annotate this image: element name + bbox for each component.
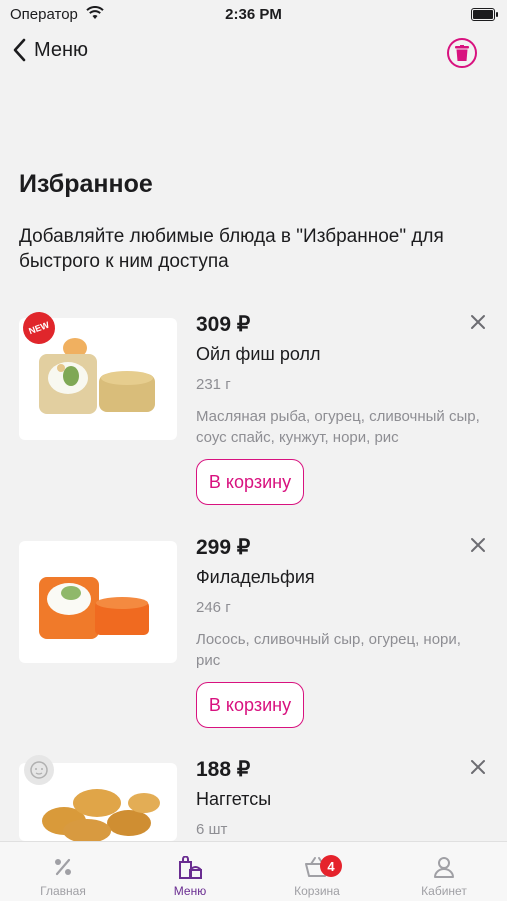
tab-label: Меню <box>173 884 207 898</box>
kids-badge-icon <box>24 755 54 785</box>
tab-cart[interactable]: Корзина <box>254 842 380 901</box>
back-label: Меню <box>34 38 89 61</box>
item-name[interactable]: Филадельфия <box>196 567 315 588</box>
page-subtitle: Добавляйте любимые блюда в "Избранное" д… <box>19 226 444 272</box>
item-price: 299 ₽ <box>196 536 251 559</box>
item-weight: 6 шт <box>196 821 228 838</box>
tab-label: Корзина <box>294 884 340 898</box>
tab-bar: Главная Меню Корзина Кабинет <box>0 841 507 901</box>
tab-menu[interactable]: Меню <box>127 842 253 901</box>
back-button[interactable]: Меню <box>12 38 88 62</box>
percent-icon <box>55 858 71 876</box>
item-name[interactable]: Ойл фиш ролл <box>196 344 321 365</box>
close-icon[interactable] <box>470 759 486 775</box>
item-description: Масляная рыба, огурец, сливочный сыр, со… <box>196 408 480 446</box>
clock: 2:36 PM <box>225 6 282 23</box>
tab-label: Кабинет <box>421 884 467 898</box>
trash-icon <box>455 45 469 61</box>
add-to-cart-button[interactable]: В корзину <box>196 682 304 728</box>
favorite-item: 299 ₽ Филадельфия 246 г Лосось, сливочны… <box>0 536 507 741</box>
item-name[interactable]: Наггетсы <box>196 789 271 810</box>
page-title: Избранное <box>19 170 153 198</box>
tab-label: Главная <box>40 884 86 898</box>
tab-cabinet[interactable]: Кабинет <box>381 842 507 901</box>
cart-count-badge: 4 <box>320 855 342 877</box>
favorite-item: 188 ₽ Наггетсы 6 шт <box>0 755 507 841</box>
chevron-left-icon <box>13 38 26 62</box>
favorite-item: NEW 309 ₽ Ойл фиш ролл 231 г Масляная ры… <box>0 307 507 518</box>
add-to-cart-button[interactable]: В корзину <box>196 459 304 505</box>
item-description: Лосось, сливочный сыр, огурец, нори, рис <box>196 631 461 669</box>
product-image[interactable] <box>19 541 177 663</box>
navigation-bar: Меню <box>0 30 507 74</box>
battery-icon <box>471 8 498 21</box>
item-weight: 231 г <box>196 376 231 393</box>
user-icon <box>434 857 454 878</box>
close-icon[interactable] <box>470 314 486 330</box>
menu-bag-icon <box>179 856 202 879</box>
item-price: 188 ₽ <box>196 758 251 781</box>
item-weight: 246 г <box>196 599 231 616</box>
item-price: 309 ₽ <box>196 313 251 336</box>
tab-home[interactable]: Главная <box>0 842 126 901</box>
close-icon[interactable] <box>470 537 486 553</box>
status-bar: Оператор 2:36 PM <box>0 0 507 30</box>
trash-button[interactable] <box>447 38 477 68</box>
